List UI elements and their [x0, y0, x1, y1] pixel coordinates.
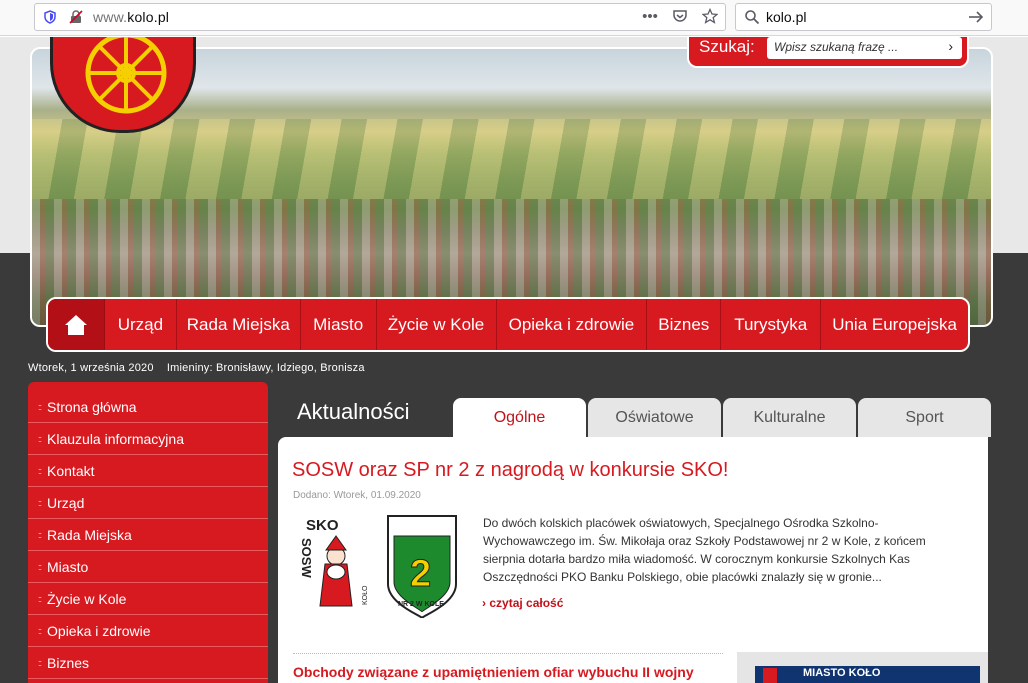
thumb-nr2-label: NR 2 W KOLE [398, 601, 444, 608]
browser-toolbar: www.kolo.pl ••• kolo.pl [0, 0, 1028, 36]
tab-sport[interactable]: Sport [858, 398, 991, 437]
bullet-icon: :: [38, 401, 42, 412]
sidebar-menu: :: Strona główna :: Klauzula informacyjna … [28, 382, 268, 683]
search-go-arrow-icon[interactable] [967, 8, 985, 26]
thumb-kolo-label: KOŁO [362, 585, 369, 605]
bullet-icon: :: [38, 593, 42, 604]
home-button[interactable] [48, 299, 105, 350]
news-section-title: Aktualności [297, 399, 410, 424]
address-bar[interactable]: www.kolo.pl ••• [34, 3, 726, 31]
bullet-icon: :: [38, 625, 42, 636]
sidebar-item-miasto[interactable]: :: Miasto [28, 551, 268, 583]
url-text[interactable]: www.kolo.pl [93, 9, 169, 25]
article-excerpt: Do dwóch kolskich placówek oświatowych, … [483, 516, 926, 584]
nav-item-miasto[interactable]: Miasto [301, 299, 377, 350]
tab-oswiatowe[interactable]: Oświatowe [588, 398, 721, 437]
banner-logo-icon [763, 668, 777, 683]
bullet-icon: :: [38, 529, 42, 540]
bullet-icon: :: [38, 465, 42, 476]
sidebar-item-klauzula[interactable]: :: Klauzula informacyjna [28, 423, 268, 455]
thumb-sko-label: SKO [306, 517, 339, 534]
thumb-sosw-label: SOSW [299, 538, 314, 578]
tab-ogolne[interactable]: Ogólne [453, 398, 586, 437]
site-search: Szukaj: Wpisz szukaną frazę ... › [687, 37, 969, 68]
nav-item-urzad[interactable]: Urząd [105, 299, 177, 350]
dateline: Wtorek, 1 września 2020 Imieniny: Bronis… [28, 362, 365, 374]
second-article-title[interactable]: Obchody związane z upamiętnieniem ofiar … [293, 664, 694, 680]
site-search-input[interactable]: Wpisz szukaną frazę ... › [767, 37, 962, 59]
article-title[interactable]: SOSW oraz SP nr 2 z nagrodą w konkursie … [292, 459, 728, 482]
bullet-icon: :: [38, 433, 42, 444]
pocket-icon[interactable] [671, 8, 689, 26]
tab-kulturalne[interactable]: Kulturalne [723, 398, 856, 437]
nav-item-biznes[interactable]: Biznes [647, 299, 722, 350]
bookmark-star-icon[interactable] [701, 7, 719, 26]
insecure-lock-icon[interactable] [69, 10, 83, 24]
chevron-right-icon: › [482, 596, 486, 610]
bullet-icon: :: [38, 497, 42, 508]
read-more-link[interactable]: › czytaj całość [482, 596, 563, 610]
thumb-number-2: 2 [410, 553, 431, 595]
nav-item-zycie-w-kole[interactable]: Życie w Kole [377, 299, 497, 350]
sidebar-item-zycie-w-kole[interactable]: :: Życie w Kole [28, 583, 268, 615]
browser-search-box[interactable]: kolo.pl [735, 3, 992, 31]
nav-item-rada-miejska[interactable]: Rada Miejska [177, 299, 301, 350]
sidebar-item-biznes[interactable]: :: Biznes [28, 647, 268, 679]
article-separator [293, 653, 723, 654]
search-icon [745, 10, 760, 25]
news-panel: SOSW oraz SP nr 2 z nagrodą w konkursie … [278, 437, 988, 683]
nav-item-turystyka[interactable]: Turystyka [721, 299, 822, 350]
sidebar-item-kontakt[interactable]: :: Kontakt [28, 455, 268, 487]
sidebar-item-strona-glowna[interactable]: :: Strona główna [28, 391, 268, 423]
news-tabs: Ogólne Oświatowe Kulturalne Sport [453, 398, 991, 437]
main-navigation: Urząd Rada Miejska Miasto Życie w Kole O… [46, 297, 970, 352]
nav-item-unia-europejska[interactable]: Unia Europejska [821, 299, 968, 350]
bullet-icon: :: [38, 561, 42, 572]
sidebar-item-urzad[interactable]: :: Urząd [28, 487, 268, 519]
current-date: Wtorek, 1 września 2020 [28, 362, 154, 374]
article-date: Dodano: Wtorek, 01.09.2020 [293, 490, 421, 501]
nav-item-opieka-i-zdrowie[interactable]: Opieka i zdrowie [497, 299, 648, 350]
namedays: Imieniny: Bronisławy, Idziego, Bronisza [166, 362, 365, 374]
site-search-submit-icon[interactable]: › [948, 38, 953, 54]
site-search-label: Szukaj: [699, 37, 755, 56]
article-thumbnail[interactable]: SKO SOSW KOŁO 2 NR 2 W KOLE [292, 514, 462, 622]
side-banner-box: MIASTO KOŁO [737, 652, 988, 683]
page-actions-icon[interactable]: ••• [641, 8, 659, 26]
home-icon [64, 314, 87, 335]
bullet-icon: :: [38, 657, 42, 668]
tracking-shield-icon[interactable] [43, 10, 57, 24]
miasto-kolo-banner[interactable]: MIASTO KOŁO [755, 666, 980, 683]
sidebar-item-rada-miejska[interactable]: :: Rada Miejska [28, 519, 268, 551]
browser-search-value[interactable]: kolo.pl [766, 9, 806, 25]
sidebar-item-opieka-i-zdrowie[interactable]: :: Opieka i zdrowie [28, 615, 268, 647]
